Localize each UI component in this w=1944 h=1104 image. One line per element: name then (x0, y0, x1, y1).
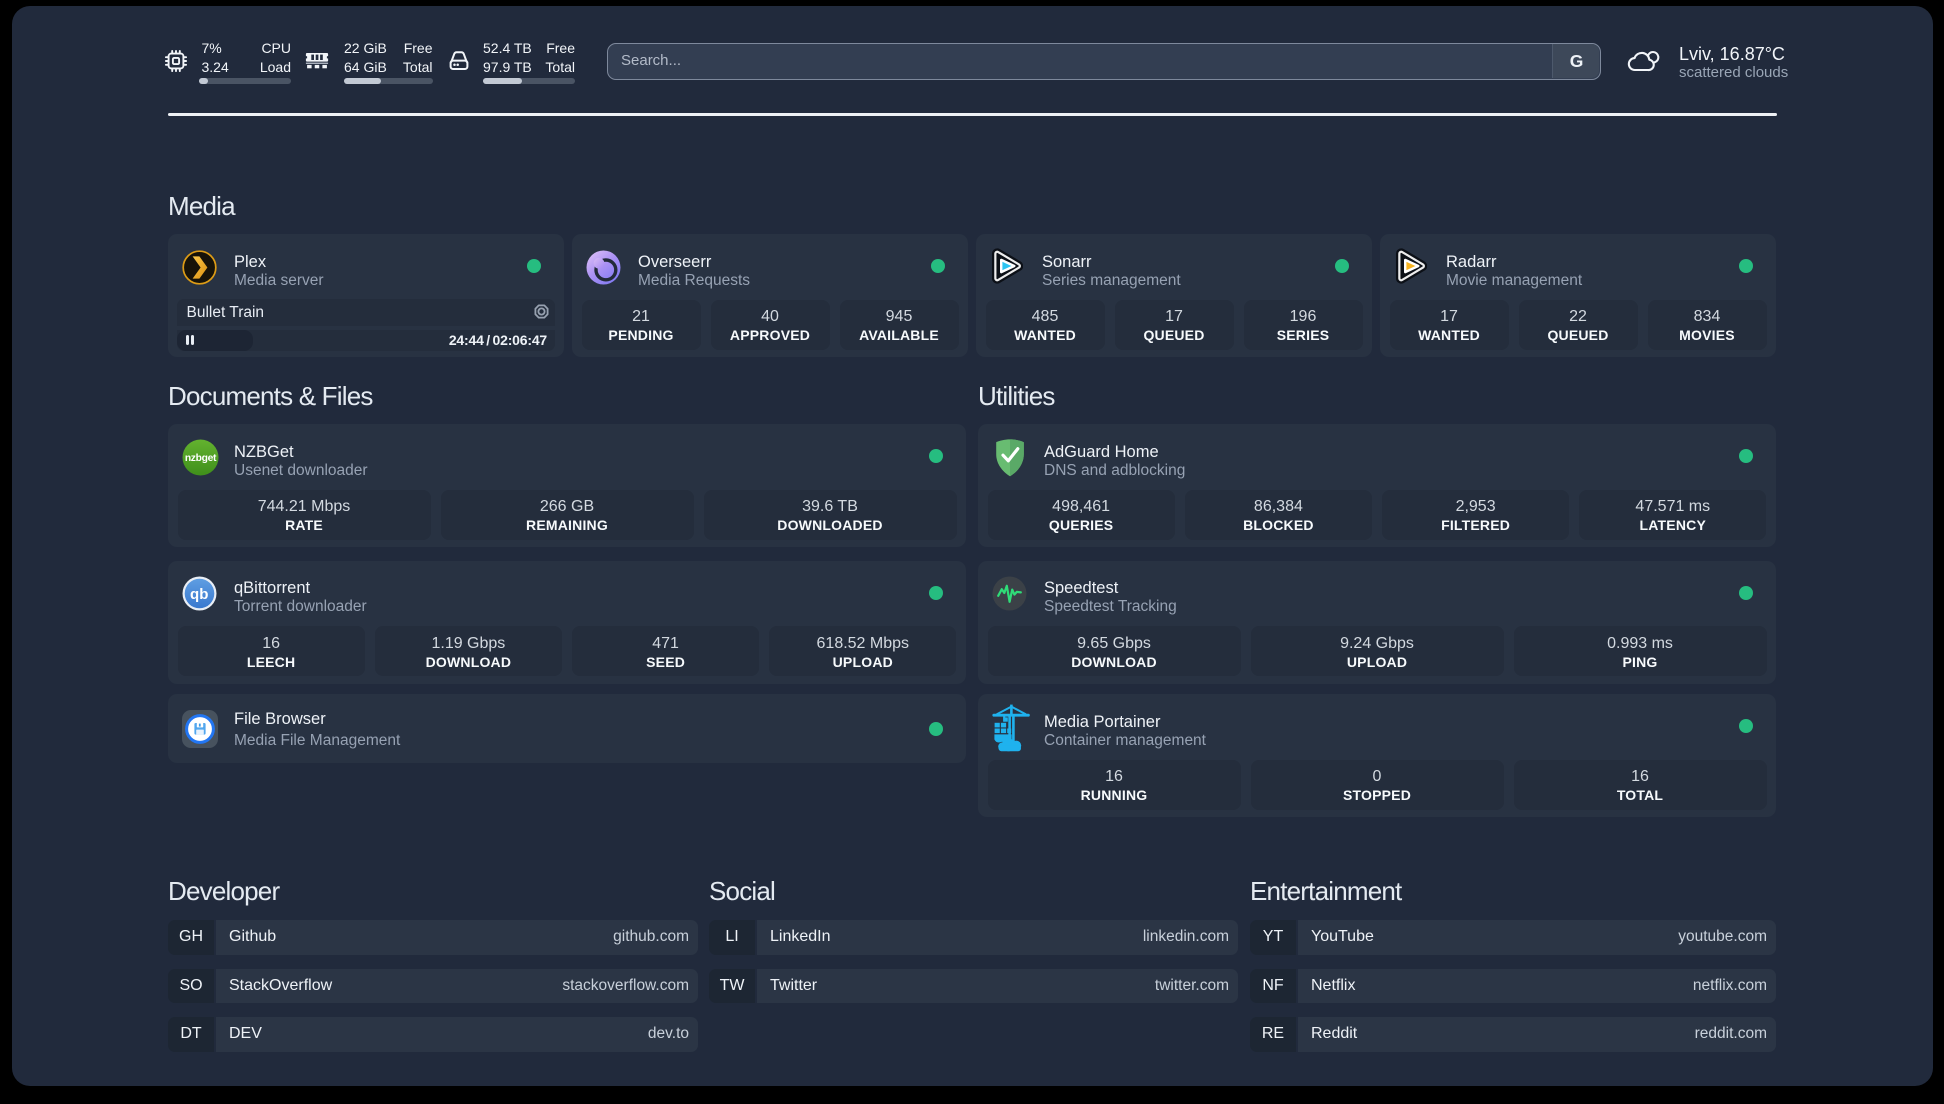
svg-text:qb: qb (190, 586, 208, 603)
svg-text:nzbget: nzbget (185, 453, 217, 464)
